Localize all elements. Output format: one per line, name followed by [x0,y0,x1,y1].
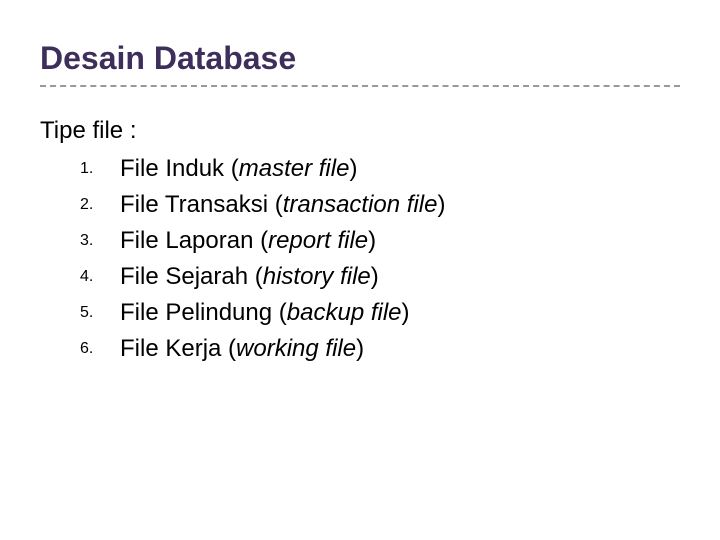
item-name: File Pelindung [120,299,272,326]
item-name: File Laporan [120,227,253,254]
item-name: File Transaksi [120,191,268,218]
list-item: 5. File Pelindung (backup file) [80,295,680,331]
intro-text: Tipe file : [40,117,680,145]
item-english: history file [263,263,371,290]
item-number: 4. [80,265,93,289]
item-english: master file [239,155,350,182]
list-item: 1. File Induk (master file) [80,151,680,187]
item-number: 6. [80,337,93,361]
item-english: backup file [287,299,402,326]
item-english: working file [236,335,356,362]
item-number: 2. [80,193,93,217]
item-number: 5. [80,301,93,325]
item-number: 1. [80,157,93,181]
item-number: 3. [80,229,93,253]
list-item: 6. File Kerja (working file) [80,331,680,367]
item-english: transaction file [283,191,438,218]
item-name: File Induk [120,155,224,182]
file-type-list: 1. File Induk (master file) 2. File Tran… [80,151,680,367]
slide-title: Desain Database [40,40,680,77]
item-name: File Kerja [120,335,221,362]
title-divider [40,85,680,87]
list-item: 3. File Laporan (report file) [80,223,680,259]
list-item: 4. File Sejarah (history file) [80,259,680,295]
list-item: 2. File Transaksi (transaction file) [80,187,680,223]
item-name: File Sejarah [120,263,248,290]
item-english: report file [268,227,368,254]
